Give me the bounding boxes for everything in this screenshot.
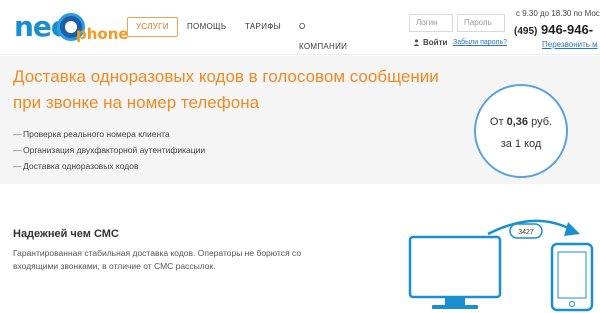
user-icon bbox=[413, 39, 420, 46]
nav-item-help[interactable]: ПОМОЩЬ bbox=[187, 17, 226, 37]
nav-item-about[interactable]: О КОМПАНИИ bbox=[299, 17, 347, 51]
section-text: Гарантированная стабильная доставка кодо… bbox=[13, 248, 302, 271]
login-button[interactable]: Войти bbox=[423, 38, 447, 47]
feature-item: — Доставка одноразовых кодов bbox=[13, 161, 139, 171]
monitor-icon bbox=[408, 235, 502, 309]
forgot-password-link[interactable]: Забыли пароль? bbox=[453, 39, 507, 46]
nav-item-tariffs[interactable]: ТАРИФЫ bbox=[245, 17, 281, 37]
phone-number: (495) 946-946- bbox=[514, 22, 593, 37]
price-line: От 0,36 руб. bbox=[489, 116, 553, 128]
feature-item: — Организация двухфакторной аутентификаци… bbox=[13, 145, 206, 155]
page: neo phone УСЛУГИ ПОМОЩЬ ТАРИФЫ О КОМПАНИ… bbox=[0, 0, 600, 313]
section-title: Надежней чем СМС bbox=[13, 228, 119, 240]
price-per-code: за 1 код bbox=[500, 138, 542, 150]
phone-code: (495) bbox=[514, 26, 538, 37]
hero-title-line2: при звонке на номер телефона bbox=[13, 93, 260, 112]
logo[interactable]: neo phone bbox=[14, 8, 136, 48]
call-illustration: 3427 bbox=[408, 219, 594, 312]
password-input[interactable]: Пароль bbox=[457, 14, 505, 32]
feature-list: — Проверка реального номера клиента — Орга… bbox=[13, 126, 205, 174]
callback-link[interactable]: Перезвонить м bbox=[542, 40, 598, 49]
feature-item: — Проверка реального номера клиента bbox=[13, 129, 170, 139]
bubble-code: 3427 bbox=[518, 229, 534, 236]
price-badge: От 0,36 руб. за 1 код bbox=[474, 84, 568, 178]
price-value: 0,36 bbox=[506, 116, 529, 128]
smartphone-icon bbox=[550, 242, 594, 312]
nav-item-services[interactable]: УСЛУГИ bbox=[127, 17, 178, 37]
phone-digits: 946-946- bbox=[540, 22, 594, 37]
login-input[interactable]: Логин bbox=[409, 14, 453, 32]
hero-title-line1: Доставка одноразовых кодов в голосовом с… bbox=[13, 67, 439, 86]
hero-title: Доставка одноразовых кодов в голосовом с… bbox=[13, 64, 473, 116]
logo-text-phone: phone bbox=[76, 25, 129, 43]
working-hours: с 9.30 до 18.30 по Моск bbox=[516, 9, 600, 18]
speech-bubble-icon: 3427 bbox=[509, 223, 543, 239]
site-header: neo phone УСЛУГИ ПОМОЩЬ ТАРИФЫ О КОМПАНИ… bbox=[0, 0, 600, 55]
